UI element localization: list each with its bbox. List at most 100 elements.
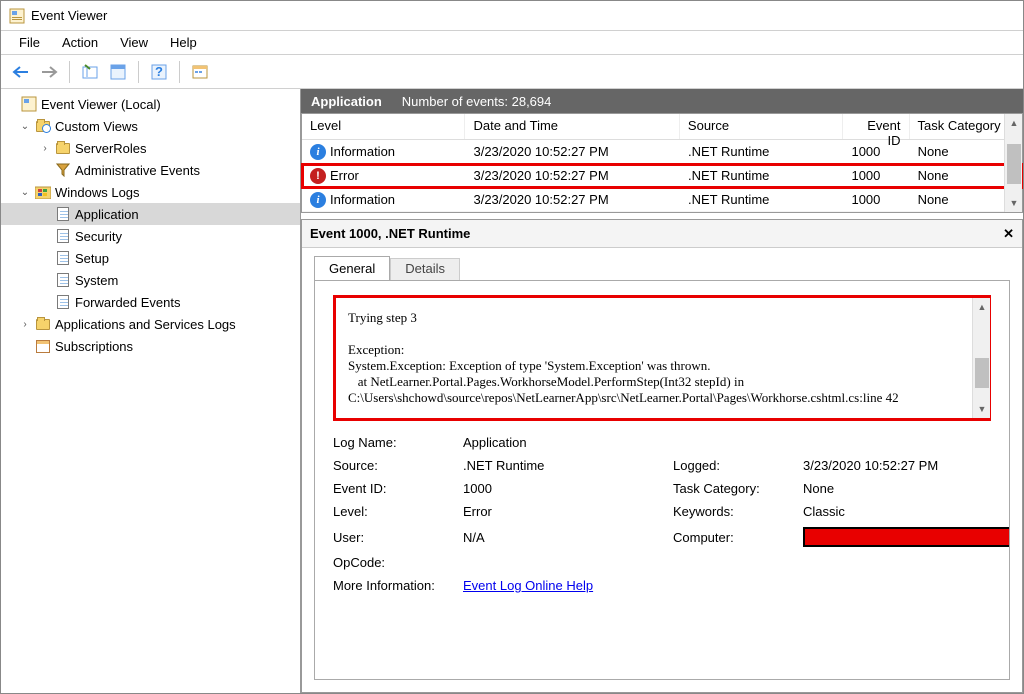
forward-button[interactable] <box>37 60 61 84</box>
cell-date: 3/23/2020 10:52:27 PM <box>465 142 680 161</box>
tree-app-services[interactable]: › Applications and Services Logs <box>1 313 300 335</box>
tree-setup[interactable]: Setup <box>1 247 300 269</box>
svg-text:?: ? <box>155 64 163 79</box>
message-scrollbar[interactable]: ▲ ▼ <box>972 298 990 418</box>
log-icon <box>55 294 71 310</box>
col-level[interactable]: Level <box>302 114 465 139</box>
expand-icon[interactable]: › <box>39 143 51 154</box>
tree-label: Event Viewer (Local) <box>41 97 161 112</box>
filter-icon <box>55 162 71 178</box>
log-icon <box>55 272 71 288</box>
col-date[interactable]: Date and Time <box>465 114 679 139</box>
list-header[interactable]: Level Date and Time Source Event ID Task… <box>302 114 1022 140</box>
cell-level: Error <box>330 168 359 183</box>
menu-action[interactable]: Action <box>52 33 108 52</box>
value-user: N/A <box>463 530 663 545</box>
tree-system[interactable]: System <box>1 269 300 291</box>
table-row[interactable]: Error3/23/2020 10:52:27 PM.NET Runtime10… <box>302 164 1022 188</box>
properties-button[interactable] <box>106 60 130 84</box>
events-panel-header: Application Number of events: 28,694 <box>301 89 1023 113</box>
tree-label: Windows Logs <box>55 185 140 200</box>
back-button[interactable] <box>9 60 33 84</box>
tree-label: Security <box>75 229 122 244</box>
event-message-text[interactable]: Trying step 3 Exception: System.Exceptio… <box>348 310 976 406</box>
panel-title: Application <box>311 94 382 109</box>
show-hide-console-tree-button[interactable] <box>78 60 102 84</box>
info-icon <box>310 192 326 208</box>
expand-icon[interactable]: › <box>19 319 31 330</box>
label-logname: Log Name: <box>333 435 453 450</box>
cell-source: .NET Runtime <box>680 166 843 185</box>
scroll-up-icon[interactable]: ▲ <box>1005 114 1023 132</box>
events-list[interactable]: Level Date and Time Source Event ID Task… <box>301 113 1023 213</box>
cell-eventid: 1000 <box>843 190 909 209</box>
table-row[interactable]: Information3/23/2020 10:52:27 PM.NET Run… <box>302 188 1022 212</box>
log-icon <box>55 228 71 244</box>
list-scrollbar[interactable]: ▲ ▼ <box>1004 114 1022 212</box>
close-details-button[interactable]: ✕ <box>1003 226 1014 242</box>
event-count: Number of events: 28,694 <box>402 94 552 109</box>
tab-details[interactable]: Details <box>390 258 460 280</box>
tree-label: Custom Views <box>55 119 138 134</box>
col-source[interactable]: Source <box>680 114 843 139</box>
tree-server-roles[interactable]: › ServerRoles <box>1 137 300 159</box>
subscriptions-icon <box>35 338 51 354</box>
label-user: User: <box>333 530 453 545</box>
menu-file[interactable]: File <box>9 33 50 52</box>
tree-forwarded[interactable]: Forwarded Events <box>1 291 300 313</box>
error-icon <box>310 168 326 184</box>
table-row[interactable]: Information 3/23/2020 10:52:27 PM.NET Run… <box>302 140 1022 164</box>
tree-admin-events[interactable]: Administrative Events <box>1 159 300 181</box>
event-details-pane: Event 1000, .NET Runtime ✕ General Detai… <box>301 219 1023 693</box>
tree-security[interactable]: Security <box>1 225 300 247</box>
view-button[interactable] <box>188 60 212 84</box>
scroll-down-icon[interactable]: ▼ <box>1005 194 1023 212</box>
folder-icon <box>55 140 71 156</box>
label-opcode: OpCode: <box>333 555 453 570</box>
tree-label: Setup <box>75 251 109 266</box>
window-title: Event Viewer <box>31 8 107 23</box>
value-logged: 3/23/2020 10:52:27 PM <box>803 458 1010 473</box>
windows-logs-icon <box>35 184 51 200</box>
scroll-thumb[interactable] <box>975 358 989 388</box>
menu-view[interactable]: View <box>110 33 158 52</box>
value-taskcat: None <box>803 481 1010 496</box>
col-eventid[interactable]: Event ID <box>843 114 909 139</box>
value-eventid: 1000 <box>463 481 663 496</box>
tree-custom-views[interactable]: ⌄ Custom Views <box>1 115 300 137</box>
label-taskcat: Task Category: <box>673 481 793 496</box>
log-icon <box>55 206 71 222</box>
tree-subscriptions[interactable]: Subscriptions <box>1 335 300 357</box>
window-titlebar: Event Viewer <box>1 1 1023 31</box>
tree-root[interactable]: Event Viewer (Local) <box>1 93 300 115</box>
cell-eventid: 1000 <box>843 142 909 161</box>
tree-label: Subscriptions <box>55 339 133 354</box>
folder-search-icon <box>35 118 51 134</box>
cell-date: 3/23/2020 10:52:27 PM <box>465 166 680 185</box>
collapse-icon[interactable]: ⌄ <box>19 121 31 132</box>
collapse-icon[interactable]: ⌄ <box>19 187 31 198</box>
event-log-online-help-link[interactable]: Event Log Online Help <box>463 578 593 593</box>
scroll-thumb[interactable] <box>1007 144 1021 184</box>
log-icon <box>55 250 71 266</box>
cell-level: Information <box>330 144 395 159</box>
tab-general[interactable]: General <box>314 256 390 280</box>
label-source: Source: <box>333 458 453 473</box>
label-level: Level: <box>333 504 453 519</box>
nav-tree[interactable]: Event Viewer (Local) ⌄ Custom Views › Se… <box>1 89 301 693</box>
cell-date: 3/23/2020 10:52:27 PM <box>465 190 680 209</box>
cell-source: .NET Runtime <box>680 142 843 161</box>
scroll-down-icon[interactable]: ▼ <box>973 400 991 418</box>
cell-level: Information <box>330 192 395 207</box>
toolbar: ? <box>1 55 1023 89</box>
help-button[interactable]: ? <box>147 60 171 84</box>
menu-help[interactable]: Help <box>160 33 207 52</box>
label-moreinfo: More Information: <box>333 578 453 593</box>
label-computer: Computer: <box>673 530 793 545</box>
tree-windows-logs[interactable]: ⌄ Windows Logs <box>1 181 300 203</box>
tree-application[interactable]: Application <box>1 203 300 225</box>
value-source: .NET Runtime <box>463 458 663 473</box>
value-level: Error <box>463 504 663 519</box>
scroll-up-icon[interactable]: ▲ <box>973 298 991 316</box>
value-keywords: Classic <box>803 504 1010 519</box>
